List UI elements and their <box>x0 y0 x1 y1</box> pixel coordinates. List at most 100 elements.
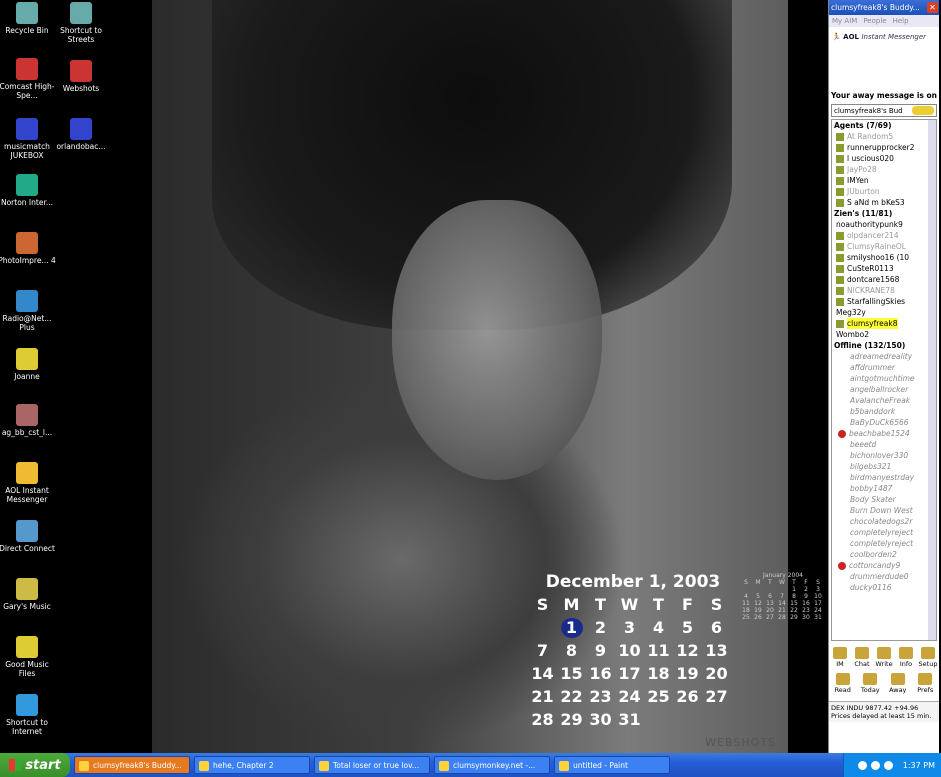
desktop-icon[interactable]: PhotoImpre... 4 <box>0 232 58 265</box>
buddy-row[interactable]: drummerdude0 <box>832 571 936 582</box>
calendar-day: 2 <box>594 618 607 637</box>
close-button[interactable]: ✕ <box>927 2 938 13</box>
aim-tool-button[interactable]: Today <box>859 673 881 694</box>
buddy-row[interactable]: aintgotmuchtime <box>832 373 936 384</box>
calendar-day: 21 <box>531 687 554 706</box>
aim-tray-icon[interactable] <box>883 760 893 770</box>
buddy-list-selector[interactable]: clumsyfreak8's Bud <box>831 104 937 117</box>
buddy-row[interactable]: bilgebs321 <box>832 461 936 472</box>
buddy-row[interactable]: completelyreject <box>832 527 936 538</box>
buddy-row[interactable]: smilyshoo16 (10 <box>832 252 936 263</box>
mini-calendar-day: 27 <box>766 614 774 621</box>
buddy-row[interactable]: beachbabe1524 <box>832 428 936 439</box>
buddy-row[interactable]: l uscious020 <box>832 153 936 164</box>
buddy-row[interactable]: chocolatedogs2r <box>832 516 936 527</box>
aim-menu-item[interactable]: My AIM <box>832 17 857 25</box>
aim-titlebar[interactable]: clumsyfreak8's Buddy... ✕ <box>829 0 939 15</box>
buddy-row[interactable]: Wombo2 <box>832 329 936 340</box>
buddy-row[interactable]: Burn Down West <box>832 505 936 516</box>
buddy-row[interactable]: IMYen <box>832 175 936 186</box>
buddy-row[interactable]: At Random5 <box>832 131 936 142</box>
buddy-row[interactable]: Body Skater <box>832 494 936 505</box>
buddy-list[interactable]: Agents (7/69) At Random5 runnerupprocker2 l… <box>831 119 937 641</box>
mini-calendar-day: 19 <box>754 607 762 614</box>
aim-tool-button[interactable]: Setup <box>917 647 939 668</box>
desktop-icon[interactable]: Norton Inter... <box>0 174 58 207</box>
volume-tray-icon[interactable] <box>870 760 880 770</box>
desktop-icon[interactable]: Shortcut to Streets <box>50 2 112 44</box>
stock-ticker[interactable]: DEX INDU 9877.42 +94.96 Prices delayed a… <box>829 701 939 722</box>
buddy-row[interactable]: runnerupprocker2 <box>832 142 936 153</box>
buddy-row[interactable]: birdmanyestrday <box>832 472 936 483</box>
desktop-icon[interactable]: Shortcut to Internet <box>0 694 58 736</box>
calendar-weekday: F <box>682 595 693 614</box>
desktop-icon[interactable]: Gary's Music <box>0 578 58 611</box>
buddy-row[interactable]: clumsyfreak8 <box>832 318 936 329</box>
mini-calendar-day: 17 <box>814 600 822 607</box>
buddy-row[interactable]: angelballrocker <box>832 384 936 395</box>
desktop-icon[interactable]: Good Music Files <box>0 636 58 678</box>
desktop-icon[interactable]: Joanne <box>0 348 58 381</box>
calendar-weekday: T <box>595 595 606 614</box>
desktop-icon[interactable]: Webshots <box>50 60 112 93</box>
desktop-icon[interactable]: Direct Connect <box>0 520 58 553</box>
buddy-row[interactable]: olpdancer214 <box>832 230 936 241</box>
buddy-row[interactable]: completelyreject <box>832 538 936 549</box>
taskbar-button[interactable]: hehe, Chapter 2 <box>194 756 310 774</box>
buddy-row[interactable]: bichonlover330 <box>832 450 936 461</box>
aim-tool-button[interactable]: Away <box>887 673 909 694</box>
buddy-name: cottoncandy9 <box>849 561 901 570</box>
buddy-row[interactable]: StarfallingSkies <box>832 296 936 307</box>
buddy-name: aintgotmuchtime <box>850 374 915 383</box>
buddy-row[interactable]: beeetd <box>832 439 936 450</box>
network-tray-icon[interactable] <box>857 760 867 770</box>
taskbar-button[interactable]: clumsymonkey.net -... <box>434 756 550 774</box>
desktop-icon[interactable]: ag_bb_cst_l... <box>0 404 58 437</box>
buddy-group-header[interactable]: Offline (132/150) <box>832 340 936 351</box>
buddy-list-toggle-button[interactable] <box>912 106 934 115</box>
taskbar-button[interactable]: untitled - Paint <box>554 756 670 774</box>
desktop-icon[interactable]: orlandobac... <box>50 118 112 151</box>
buddy-row[interactable]: S aNd m bKeS3 <box>832 197 936 208</box>
buddy-row[interactable]: ClumsyRaineOL <box>832 241 936 252</box>
buddy-row[interactable]: b5banddork <box>832 406 936 417</box>
calendar-day: 30 <box>589 710 612 729</box>
desktop-icon[interactable]: Radio@Net... Plus <box>0 290 58 332</box>
aim-tool-button[interactable]: IM <box>829 647 851 668</box>
taskbar-button[interactable]: clumsyfreak8's Buddy... <box>74 756 190 774</box>
buddy-row[interactable]: AvalancheFreak <box>832 395 936 406</box>
buddy-row[interactable]: BaByDuCk6566 <box>832 417 936 428</box>
aim-menu-item[interactable]: People <box>863 17 886 25</box>
buddy-row[interactable]: adreamedreality <box>832 351 936 362</box>
desktop-icon[interactable]: AOL Instant Messenger <box>0 462 58 504</box>
aim-tool-button[interactable]: Write <box>873 647 895 668</box>
calendar-day: 24 <box>618 687 641 706</box>
network-icon <box>16 520 38 542</box>
desktop-icon-label: Good Music Files <box>5 660 49 678</box>
start-button[interactable]: start <box>0 753 70 777</box>
aim-tool-button[interactable]: Info <box>895 647 917 668</box>
buddy-row[interactable]: ducky0116 <box>832 582 936 593</box>
buddy-row[interactable]: noauthoritypunk9 <box>832 219 936 230</box>
aim-buddy-list-window[interactable]: clumsyfreak8's Buddy... ✕ My AIM People He… <box>828 0 939 753</box>
buddy-row[interactable]: JayPo28 <box>832 164 936 175</box>
buddy-row[interactable]: cottoncandy9 <box>832 560 936 571</box>
buddy-group-header[interactable]: Agents (7/69) <box>832 120 936 131</box>
buddy-row[interactable]: dontcare1568 <box>832 274 936 285</box>
aim-menu-item[interactable]: Help <box>893 17 909 25</box>
aim-tool-button[interactable]: Chat <box>851 647 873 668</box>
buddy-row[interactable]: bobby1487 <box>832 483 936 494</box>
taskbar-button[interactable]: Total loser or true lov... <box>314 756 430 774</box>
aim-tool-button[interactable]: Read <box>832 673 854 694</box>
aim-tool-label: Away <box>889 686 907 694</box>
buddy-row[interactable]: affdrummer <box>832 362 936 373</box>
buddy-row[interactable]: CuSteR0113 <box>832 263 936 274</box>
clock[interactable]: 1:37 PM <box>903 761 935 770</box>
buddy-row[interactable]: Meg32y <box>832 307 936 318</box>
aim-tool-button[interactable]: Prefs <box>914 673 936 694</box>
buddy-group-header[interactable]: Zien's (11/81) <box>832 208 936 219</box>
buddy-row[interactable]: NICKRANE78 <box>832 285 936 296</box>
buddy-row[interactable]: coolborden2 <box>832 549 936 560</box>
buddy-list-scrollbar[interactable] <box>928 120 936 640</box>
buddy-row[interactable]: JUburton <box>832 186 936 197</box>
